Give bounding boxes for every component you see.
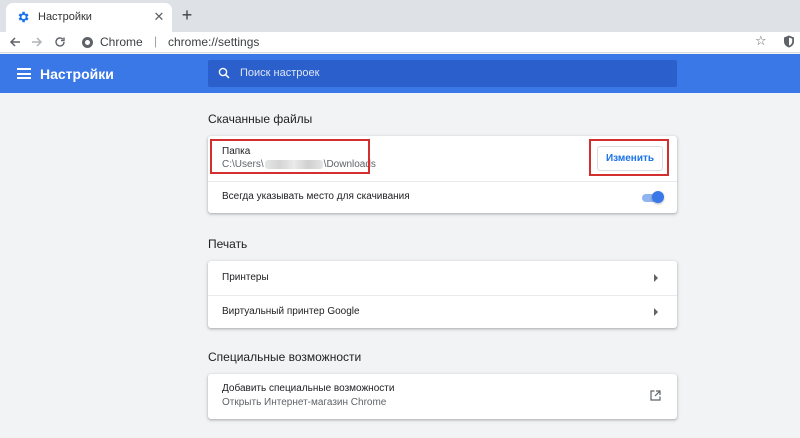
arrow-right-icon [654,308,658,316]
star-icon[interactable]: ☆ [755,33,767,49]
search-icon [218,67,230,79]
search-placeholder: Поиск настроек [240,67,320,79]
accessibility-card[interactable]: Добавить специальные возможности Открыть… [208,374,677,419]
printers-row[interactable]: Принтеры [208,261,677,295]
arrow-right-icon [654,274,658,282]
add-accessibility-sublabel: Открыть Интернет-магазин Chrome [222,397,387,408]
highlight-box-folder [210,139,370,174]
downloads-section-title: Скачанные файлы [208,112,313,126]
back-icon[interactable] [6,33,24,51]
accessibility-section-title: Специальные возможности [208,350,362,364]
settings-header: Настройки Поиск настроек [0,54,800,93]
ask-location-toggle[interactable] [642,191,664,203]
ask-location-label: Всегда указывать место для скачивания [222,191,410,202]
omnibox-chip: Chrome [100,35,143,49]
tab-strip: Настройки ✕ + [0,0,800,32]
print-section-title: Печать [208,237,248,251]
add-accessibility-label: Добавить специальные возможности [222,383,395,394]
gear-icon [18,11,29,23]
cloud-print-label: Виртуальный принтер Google [222,306,360,317]
browser-toolbar: Chrome | chrome://settings [0,32,800,53]
hamburger-menu-icon[interactable] [17,68,31,79]
close-tab-icon[interactable]: ✕ [151,9,167,25]
shield-icon[interactable] [783,35,795,48]
external-link-icon[interactable] [650,390,661,401]
page-title: Настройки [40,66,114,82]
omnibox-separator: | [154,34,158,48]
highlight-box-change-button [589,139,669,176]
divider [208,181,677,182]
toggle-knob [652,191,664,203]
settings-search-input[interactable]: Поиск настроек [208,60,677,87]
chrome-site-icon [82,37,93,48]
omnibox-url[interactable]: chrome://settings [168,35,259,49]
forward-icon[interactable] [28,33,46,51]
tab-title: Настройки [38,11,92,23]
cloud-print-row[interactable]: Виртуальный принтер Google [208,295,677,328]
new-tab-button[interactable]: + [178,6,196,24]
printers-label: Принтеры [222,272,269,283]
reload-icon[interactable] [51,33,69,51]
address-bar[interactable]: Chrome | chrome://settings [78,34,778,51]
tab-settings[interactable]: Настройки ✕ [6,3,172,32]
